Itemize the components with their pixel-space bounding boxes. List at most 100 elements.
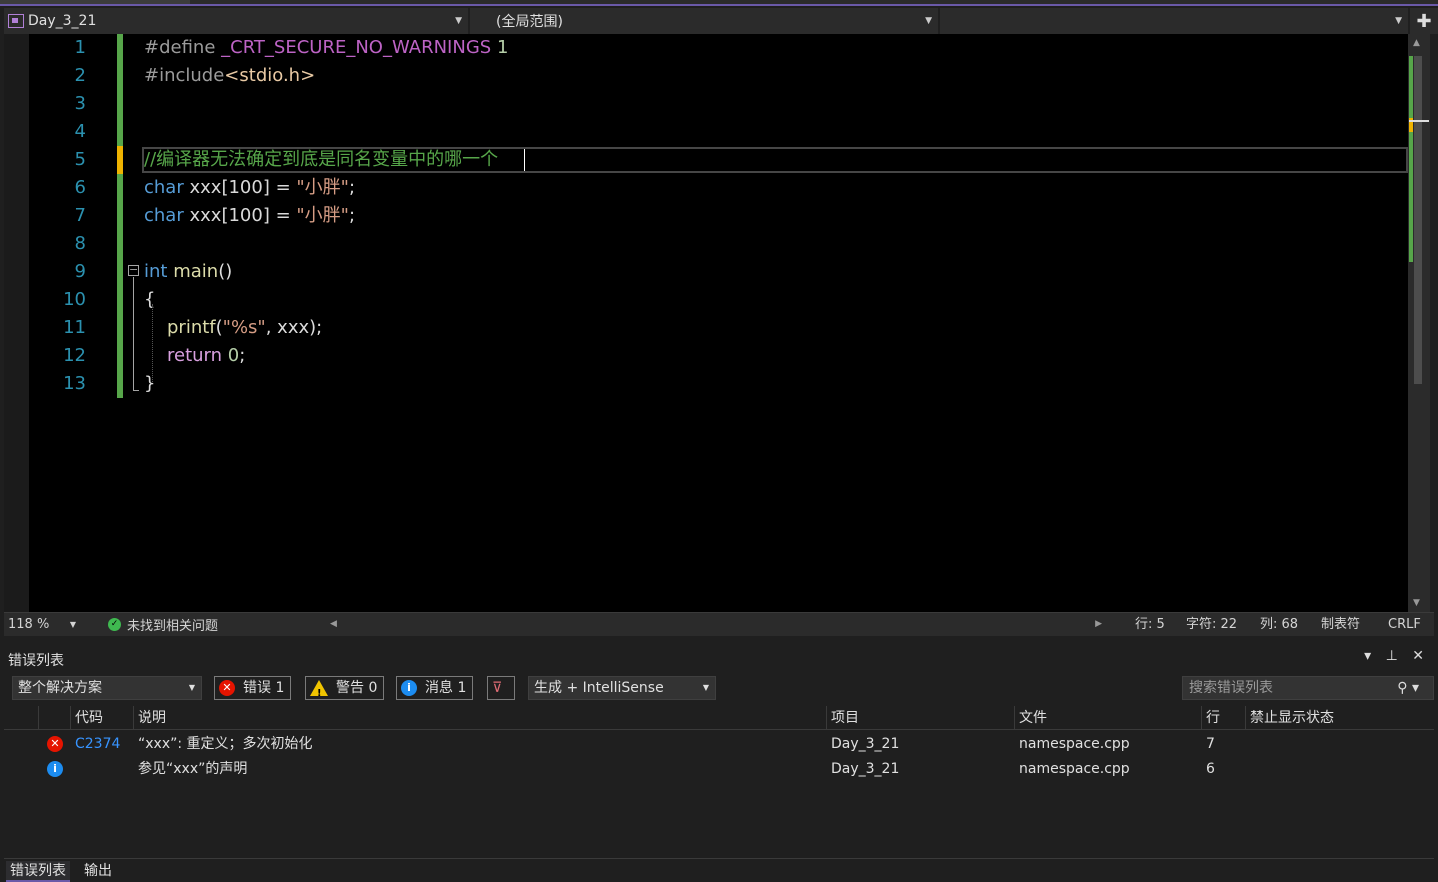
error-file: namespace.cpp [1019, 761, 1130, 777]
code-line-7: char xxx[100] = "小胖"; [144, 205, 356, 226]
error-list-panel: 错误列表 ▾ ⊥ ✕ 整个解决方案 ▼ ✕ 错误 1 ! 警告 0 i 消息 1… [4, 646, 1434, 858]
project-dropdown[interactable]: Day_3_21 ▼ [4, 8, 470, 34]
column-project[interactable]: 项目 [826, 706, 1014, 730]
line-number: 8 [74, 233, 86, 254]
error-icon: ✕ [47, 736, 63, 752]
change-map-marker [1409, 56, 1413, 262]
split-icon: ✚ [1416, 10, 1432, 32]
filter-button[interactable]: ⊽ [487, 676, 515, 700]
build-filter-label: 生成 + IntelliSense [534, 680, 664, 696]
check-circle-icon: ✓ [108, 618, 121, 631]
caret-position-marker [1409, 120, 1429, 122]
title-strip [0, 0, 1438, 6]
build-filter-dropdown[interactable]: 生成 + IntelliSense ▼ [528, 676, 716, 700]
tab-output[interactable]: 输出 [80, 861, 116, 882]
window-menu-icon[interactable]: ▾ [1364, 648, 1371, 664]
error-line: 6 [1206, 761, 1215, 777]
messages-toggle-button[interactable]: i 消息 1 [396, 676, 474, 700]
chevron-down-icon: ▼ [69, 619, 76, 629]
horizontal-scrollbar[interactable]: ◀ ▶ [326, 613, 1106, 637]
tabs-indicator[interactable]: 制表符 [1321, 613, 1360, 637]
close-icon[interactable]: ✕ [1412, 648, 1424, 664]
code-line-9: int main() [144, 261, 233, 282]
scope-label: (全局范围) [496, 14, 563, 30]
table-row[interactable]: ✕ C2374 “xxx”: 重定义；多次初始化 Day_3_21 namesp… [4, 732, 1434, 757]
search-placeholder: 搜索错误列表 [1189, 680, 1273, 696]
warnings-toggle-button[interactable]: ! 警告 0 [305, 676, 385, 700]
code-line-10: { [144, 289, 156, 310]
code-editor[interactable]: 1 2 3 4 5 6 7 8 9 10 11 12 13 #define _C… [4, 34, 1408, 612]
scope-filter-dropdown[interactable]: 整个解决方案 ▼ [12, 676, 202, 700]
scroll-right-icon[interactable]: ▶ [1095, 619, 1102, 629]
error-code[interactable]: C2374 [75, 732, 120, 757]
search-icon[interactable]: ⚲ ▾ [1397, 677, 1419, 699]
error-project: Day_3_21 [831, 761, 900, 777]
fold-guide [133, 277, 134, 390]
project-name: Day_3_21 [28, 13, 97, 29]
line-number: 11 [63, 317, 86, 338]
column-description[interactable]: 说明 [133, 706, 826, 730]
line-number: 4 [74, 121, 86, 142]
line-number: 7 [74, 205, 86, 226]
scroll-up-icon[interactable]: ▲ [1413, 38, 1420, 48]
column-indicator[interactable]: 列: 68 [1260, 613, 1298, 637]
chevron-down-icon: ▼ [455, 16, 462, 26]
code-line-11: printf("%s", xxx); [167, 317, 323, 338]
issues-status[interactable]: 未找到相关问题 [127, 615, 218, 634]
error-project: Day_3_21 [831, 736, 900, 752]
split-editor-button[interactable]: ✚ [1410, 8, 1438, 34]
warnings-label: 警告 0 [336, 680, 378, 696]
line-number: 3 [74, 93, 86, 114]
member-dropdown[interactable]: ▼ [940, 8, 1410, 34]
error-line: 7 [1206, 736, 1215, 752]
scroll-thumb[interactable] [1414, 56, 1422, 384]
vertical-scrollbar[interactable]: ▲ ▼ [1408, 34, 1430, 612]
warning-icon: ! [310, 680, 328, 699]
code-line-5: //编译器无法确定到底是同名变量中的哪一个 [144, 149, 499, 170]
error-grid-header: 代码 说明 项目 文件 行 禁止显示状态 [4, 706, 1434, 730]
line-indicator[interactable]: 行: 5 [1135, 613, 1165, 637]
chevron-down-icon: ▼ [188, 683, 195, 692]
table-row[interactable]: i 参见“xxx”的声明 Day_3_21 namespace.cpp 6 [4, 757, 1434, 782]
scroll-left-icon[interactable]: ◀ [330, 619, 337, 629]
search-error-list-input[interactable]: 搜索错误列表 ⚲ ▾ [1182, 676, 1434, 700]
code-line-1: #define _CRT_SECURE_NO_WARNINGS 1 [144, 37, 509, 58]
zoom-level: 118 % [8, 616, 50, 632]
code-line-6: char xxx[100] = "小胖"; [144, 177, 356, 198]
collapse-toggle[interactable]: − [128, 264, 139, 276]
column-line[interactable]: 行 [1201, 706, 1245, 730]
error-file: namespace.cpp [1019, 736, 1130, 752]
errors-toggle-button[interactable]: ✕ 错误 1 [214, 676, 292, 700]
filter-icon: ⊽ [492, 680, 503, 696]
panel-title: 错误列表 [8, 653, 64, 669]
code-line-13: } [144, 373, 156, 394]
scope-dropdown[interactable]: (全局范围) ▼ [470, 8, 940, 34]
error-description: “xxx”: 重定义；多次初始化 [138, 736, 313, 752]
zoom-dropdown[interactable]: 118 % ▼ [4, 613, 80, 637]
glyph-margin [4, 34, 29, 612]
line-ending-indicator[interactable]: CRLF [1388, 613, 1421, 637]
tool-window-tabs: 错误列表 输出 [4, 858, 1434, 882]
pin-icon[interactable]: ⊥ [1386, 648, 1398, 664]
scroll-down-icon[interactable]: ▼ [1413, 598, 1420, 608]
unsaved-change-marker [117, 146, 123, 174]
tab-error-list[interactable]: 错误列表 [6, 861, 70, 882]
column-severity[interactable] [38, 706, 72, 730]
column-file[interactable]: 文件 [1014, 706, 1201, 730]
chevron-down-icon: ▼ [925, 16, 932, 26]
chevron-down-icon: ▼ [702, 683, 709, 692]
messages-label: 消息 1 [425, 680, 467, 696]
column-code[interactable]: 代码 [70, 706, 133, 730]
editor-status-bar: 118 % ▼ ✓ 未找到相关问题 ◀ ▶ 行: 5 字符: 22 列: 68 … [4, 612, 1434, 636]
indent-guide [152, 304, 153, 382]
line-number: 2 [74, 65, 86, 86]
error-description: 参见“xxx”的声明 [138, 761, 248, 777]
code-line-12: return 0; [167, 345, 246, 366]
info-icon: i [47, 761, 63, 777]
chevron-down-icon: ▼ [1395, 16, 1402, 26]
scope-filter-label: 整个解决方案 [18, 680, 102, 696]
char-indicator[interactable]: 字符: 22 [1186, 613, 1237, 637]
panel-controls: ▾ ⊥ ✕ [1354, 648, 1424, 664]
column-suppression[interactable]: 禁止显示状态 [1245, 706, 1402, 730]
errors-label: 错误 1 [243, 680, 285, 696]
